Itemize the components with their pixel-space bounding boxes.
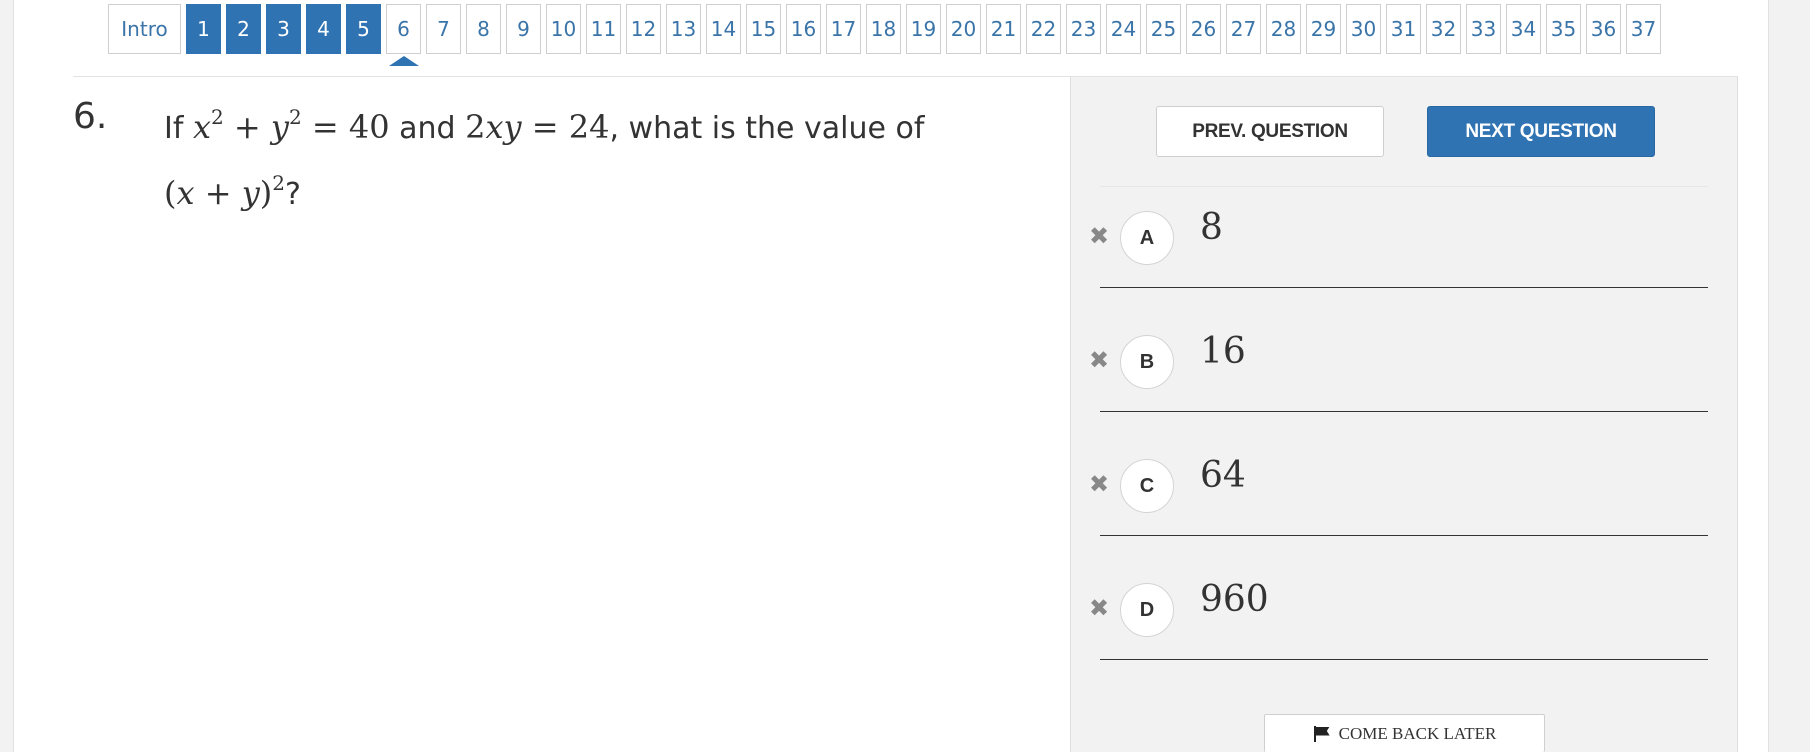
nav-question-19-button[interactable]: 19 [906,4,941,54]
nav-question-26-button[interactable]: 26 [1186,4,1221,54]
nav-question-33-button[interactable]: 33 [1466,4,1501,54]
nav-question-8-button[interactable]: 8 [466,4,501,54]
answer-choice-b[interactable]: ✖ B 16 [1071,311,1739,435]
nav-question-1-button[interactable]: 1 [186,4,221,54]
choice-value[interactable]: 64 [1200,455,1246,496]
choice-divider [1100,659,1708,660]
math-var: x [176,174,195,212]
question-connector: and [389,111,466,146]
nav-question-28-button[interactable]: 28 [1266,4,1301,54]
choice-value[interactable]: 960 [1200,579,1269,620]
math-operator: + [223,108,271,146]
math-exponent: 2 [288,105,302,129]
nav-question-10-button[interactable]: 10 [546,4,581,54]
nav-question-29-button[interactable]: 29 [1306,4,1341,54]
answer-choice-d[interactable]: ✖ D 960 [1071,559,1739,683]
eliminate-choice-icon[interactable]: ✖ [1088,473,1110,497]
nav-question-7-button[interactable]: 7 [426,4,461,54]
eliminate-choice-icon[interactable]: ✖ [1088,349,1110,373]
nav-intro-button[interactable]: Intro [108,4,181,54]
math-var: x [192,108,212,146]
question-text: If x2 + y2 = 40 and 2xy = 24, what is th… [164,90,944,222]
choice-letter[interactable]: A [1120,211,1174,265]
choice-letter[interactable]: D [1120,583,1174,637]
answer-panel: PREV. QUESTION NEXT QUESTION ✖ A 8 ✖ B 16 ✖ C 64… [1070,77,1738,752]
nav-question-11-button[interactable]: 11 [586,4,621,54]
nav-question-18-button[interactable]: 18 [866,4,901,54]
math-vars: xy [485,108,522,146]
choice-divider [1100,411,1708,412]
math-operator: + [194,174,242,212]
math-var: y [241,174,260,212]
eliminate-choice-icon[interactable]: ✖ [1088,225,1110,249]
nav-question-15-button[interactable]: 15 [746,4,781,54]
prev-question-button[interactable]: PREV. QUESTION [1156,106,1384,157]
page: Intro 1 2 3 4 5 6 7 8 9 10 11 12 13 14 15 16 17 18 19 20 21 2… [13,0,1769,752]
nav-question-6-button[interactable]: 6 [386,4,421,66]
question-text-prefix: If [164,111,184,146]
math-paren: ) [259,174,273,212]
nav-question-3-button[interactable]: 3 [266,4,301,54]
math-coef: 2 [465,108,486,146]
nav-question-23-button[interactable]: 23 [1066,4,1101,54]
nav-question-35-button[interactable]: 35 [1546,4,1581,54]
nav-question-24-button[interactable]: 24 [1106,4,1141,54]
question-navigation: Intro 1 2 3 4 5 6 7 8 9 10 11 12 13 14 15 16 17 18 19 20 21 2… [108,4,1661,66]
nav-question-14-button[interactable]: 14 [706,4,741,54]
nav-question-32-button[interactable]: 32 [1426,4,1461,54]
math-exponent: 2 [211,105,224,129]
choice-letter[interactable]: B [1120,335,1174,389]
nav-question-27-button[interactable]: 27 [1226,4,1261,54]
nav-question-4-button[interactable]: 4 [306,4,341,54]
nav-question-9-button[interactable]: 9 [506,4,541,54]
choice-value[interactable]: 16 [1200,331,1246,372]
nav-question-25-button[interactable]: 25 [1146,4,1181,54]
math-rhs: = 24 [521,108,610,146]
choice-value[interactable]: 8 [1200,207,1223,248]
nav-question-17-button[interactable]: 17 [826,4,861,54]
nav-question-13-button[interactable]: 13 [666,4,701,54]
math-paren: ( [164,174,177,212]
math-exponent: 2 [272,171,285,195]
choice-divider [1100,535,1708,536]
nav-question-30-button[interactable]: 30 [1346,4,1381,54]
answer-choice-a[interactable]: ✖ A 8 [1071,187,1739,311]
nav-question-21-button[interactable]: 21 [986,4,1021,54]
come-back-later-button[interactable]: COME BACK LATER [1264,714,1545,752]
question-text-end: ? [284,177,301,212]
math-rhs: = 40 [301,108,390,146]
nav-question-37-button[interactable]: 37 [1626,4,1661,54]
choice-divider [1100,287,1708,288]
nav-question-36-button[interactable]: 36 [1586,4,1621,54]
nav-question-16-button[interactable]: 16 [786,4,821,54]
next-question-button[interactable]: NEXT QUESTION [1427,106,1655,157]
nav-question-2-button[interactable]: 2 [226,4,261,54]
flag-icon [1313,725,1331,742]
come-back-later-label: COME BACK LATER [1338,723,1497,743]
question-text-mid: , what is the value of [609,111,925,146]
nav-question-5-button[interactable]: 5 [346,4,381,54]
nav-question-34-button[interactable]: 34 [1506,4,1541,54]
nav-question-22-button[interactable]: 22 [1026,4,1061,54]
eliminate-choice-icon[interactable]: ✖ [1088,597,1110,621]
answer-choice-c[interactable]: ✖ C 64 [1071,435,1739,559]
choice-letter[interactable]: C [1120,459,1174,513]
nav-question-12-button[interactable]: 12 [626,4,661,54]
current-question-caret-icon [388,56,419,66]
nav-question-20-button[interactable]: 20 [946,4,981,54]
question-number: 6. [73,96,108,137]
math-var: y [270,108,289,146]
nav-question-31-button[interactable]: 31 [1386,4,1421,54]
